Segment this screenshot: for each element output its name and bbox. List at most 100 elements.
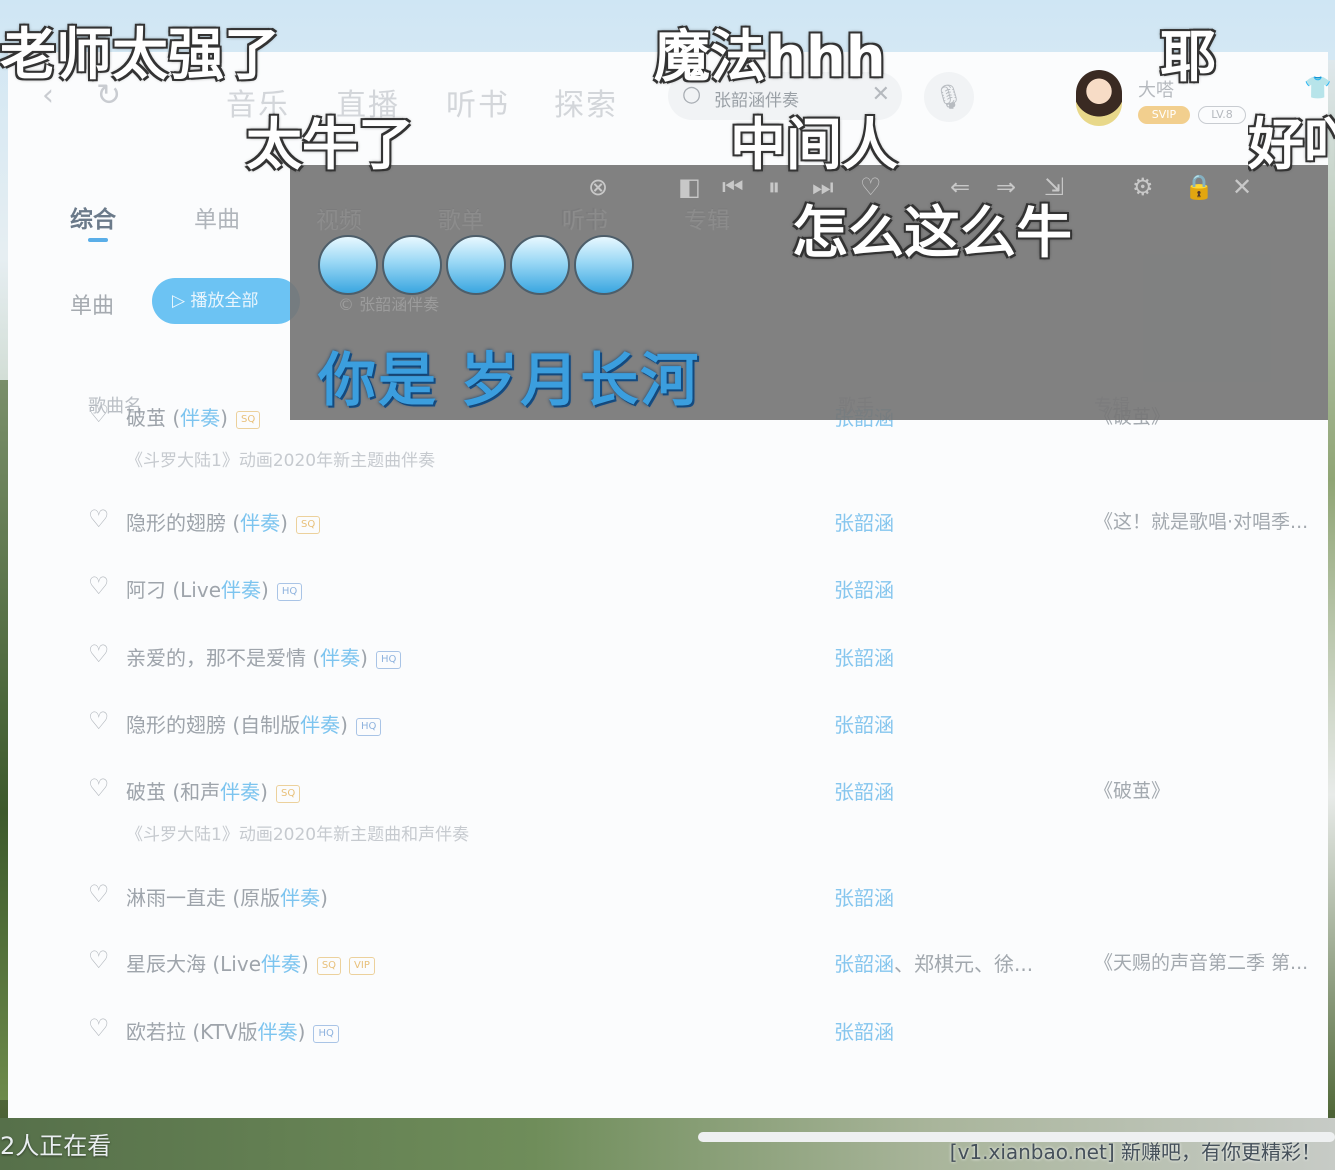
singer-link[interactable]: 张韶涵 (834, 882, 894, 911)
quality-badge: HQ (276, 582, 303, 601)
like-heart-icon[interactable]: ♡ (88, 505, 110, 533)
accompaniment-tag: 伴奏 (180, 406, 221, 430)
song-title[interactable]: 隐形的翅膀 (伴奏) SQ (126, 507, 321, 536)
song-title[interactable]: 隐形的翅膀 (自制版伴奏) HQ (126, 709, 382, 738)
singer-link[interactable]: 张韶涵 (834, 574, 894, 603)
active-tab-indicator (88, 238, 108, 242)
singer-name[interactable]: 张韶涵 (834, 646, 894, 670)
song-title[interactable]: 欧若拉 (KTV版伴奏) HQ (126, 1016, 339, 1045)
singer-link[interactable]: 张韶涵 (834, 642, 894, 671)
song-title-tail: ) (301, 952, 309, 976)
album-link[interactable]: 《天赐的声音第二季 第... (1094, 948, 1308, 975)
album-link[interactable]: 《这！就是歌唱·对唱季... (1094, 507, 1308, 534)
watermark-text: [v1.xianbao.net] 新赚吧，有你更精彩！ (949, 1140, 1321, 1164)
table-row[interactable]: ♡ 破茧 (和声伴奏) SQ 《斗罗大陆1》动画2020年新主题曲和声伴奏 张韶涵 《破茧… (8, 774, 1328, 845)
countdown-dots (318, 235, 638, 297)
table-row[interactable]: ♡ 星辰大海 (Live伴奏) SQ VIP 张韶涵、郑棋元、徐... 《天赐的声音第二季… (8, 946, 1328, 986)
singer-name[interactable]: 张韶涵 (834, 952, 894, 976)
song-subtitle: 《斗罗大陆1》动画2020年新主题曲伴奏 (126, 451, 436, 471)
accompaniment-tag: 伴奏 (220, 780, 261, 804)
song-title[interactable]: 破茧 (伴奏) SQ (126, 402, 261, 431)
table-row[interactable]: ♡ 隐形的翅膀 (伴奏) SQ 张韶涵 《这！就是歌唱·对唱季... (8, 505, 1328, 545)
accompaniment-tag: 伴奏 (280, 886, 321, 910)
level-badge[interactable]: LV.8 (1198, 106, 1246, 124)
danmaku-comment: 耶 (1160, 25, 1216, 90)
song-title-text: 破茧 (和声 (126, 780, 221, 804)
like-heart-icon[interactable]: ♡ (88, 707, 110, 735)
like-heart-icon[interactable]: ♡ (88, 400, 110, 428)
song-title-text: 亲爱的，那不是爱情 ( (126, 646, 321, 670)
song-title[interactable]: 淋雨一直走 (原版伴奏) (126, 882, 328, 911)
singer-more[interactable]: 、郑棋元、徐... (894, 952, 1033, 976)
singer-link[interactable]: 张韶涵 (834, 776, 894, 805)
like-heart-icon[interactable]: ♡ (88, 572, 110, 600)
song-title[interactable]: 亲爱的，那不是爱情 (伴奏) HQ (126, 642, 402, 671)
subtab-audiobook-shadow: 听书 (562, 208, 608, 234)
countdown-dot (574, 235, 634, 295)
tab-audiobook[interactable]: 听书 (446, 80, 510, 124)
quality-badge: SQ (275, 784, 301, 803)
song-title-text: 淋雨一直走 (原版 (126, 886, 281, 910)
table-row[interactable]: ♡ 淋雨一直走 (原版伴奏) 张韶涵 (8, 880, 1328, 920)
singer-name[interactable]: 张韶涵 (834, 1020, 894, 1044)
viewer-count: 2人正在看 (0, 1132, 112, 1160)
song-title-text: 隐形的翅膀 (自制版 (126, 713, 301, 737)
like-heart-icon[interactable]: ♡ (88, 774, 110, 802)
song-title[interactable]: 星辰大海 (Live伴奏) SQ VIP (126, 948, 375, 977)
song-title-tail: ) (261, 578, 269, 602)
tab-explore[interactable]: 探索 (554, 80, 618, 124)
singer-name[interactable]: 张韶涵 (834, 713, 894, 737)
singer-link[interactable]: 张韶涵、郑棋元、徐... (834, 948, 1033, 977)
singer-name[interactable]: 张韶涵 (834, 511, 894, 535)
like-heart-icon[interactable]: ♡ (88, 946, 110, 974)
accompaniment-tag: 伴奏 (320, 646, 361, 670)
song-title-tail: ) (220, 406, 228, 430)
song-title-text: 破茧 ( (126, 406, 181, 430)
countdown-dot (382, 235, 442, 295)
song-title-text: 隐形的翅膀 ( (126, 511, 241, 535)
danmaku-comment: 好吖 (1248, 113, 1335, 178)
background-scenery-right (1327, 60, 1335, 1110)
quality-badge: HQ (375, 650, 402, 669)
singer-name[interactable]: 张韶涵 (834, 578, 894, 602)
subtab-album-shadow: 专辑 (684, 208, 730, 234)
mode-icon[interactable]: ◧ (678, 173, 701, 201)
table-row[interactable]: ♡ 亲爱的，那不是爱情 (伴奏) HQ 张韶涵 (8, 640, 1328, 680)
song-title[interactable]: 阿刁 (Live伴奏) HQ (126, 574, 303, 603)
current-lyric-line: 你是 岁月长河 (318, 346, 701, 414)
song-title-tail: ) (360, 646, 368, 670)
song-title-tail: ) (320, 886, 328, 910)
like-heart-icon[interactable]: ♡ (88, 640, 110, 668)
like-heart-icon[interactable]: ♡ (88, 1014, 110, 1042)
table-row[interactable]: ♡ 欧若拉 (KTV版伴奏) HQ 张韶涵 (8, 1014, 1328, 1054)
singer-link[interactable]: 张韶涵 (834, 1016, 894, 1045)
avatar[interactable] (1076, 70, 1122, 126)
like-heart-icon[interactable]: ♡ (88, 880, 110, 908)
song-title-tail: ) (297, 1020, 306, 1044)
subtab-songs[interactable]: 单曲 (194, 200, 240, 234)
table-row[interactable]: ♡ 阿刁 (Live伴奏) HQ 张韶涵 (8, 572, 1328, 612)
album-link[interactable]: 《破茧》 (1094, 776, 1170, 803)
countdown-dot (318, 235, 378, 295)
singer-link[interactable]: 张韶涵 (834, 709, 894, 738)
singer-link[interactable]: 张韶涵 (834, 507, 894, 536)
quality-badge: HQ (355, 717, 382, 736)
singer-name[interactable]: 张韶涵 (834, 780, 894, 804)
singer-name[interactable]: 张韶涵 (834, 886, 894, 910)
play-all-button[interactable]: ▷ 播放全部 (152, 278, 300, 324)
skin-icon[interactable]: 👕 (1304, 76, 1331, 101)
gear-icon[interactable]: ⚙ (1132, 173, 1154, 201)
close-circle-icon[interactable]: ⊗ (588, 173, 608, 201)
svip-badge[interactable]: SVIP (1138, 106, 1190, 124)
mic-icon[interactable]: 🎙 (924, 72, 974, 122)
song-title-tail: ) (260, 780, 268, 804)
quality-badge: SQ (295, 515, 321, 534)
accompaniment-tag: 伴奏 (300, 713, 341, 737)
countdown-dot (510, 235, 570, 295)
song-title[interactable]: 破茧 (和声伴奏) SQ (126, 776, 301, 805)
vip-badge: VIP (349, 956, 375, 975)
subtab-all[interactable]: 综合 (70, 200, 116, 234)
countdown-dot (446, 235, 506, 295)
lock-icon[interactable]: 🔒 (1184, 173, 1214, 201)
table-row[interactable]: ♡ 隐形的翅膀 (自制版伴奏) HQ 张韶涵 (8, 707, 1328, 747)
